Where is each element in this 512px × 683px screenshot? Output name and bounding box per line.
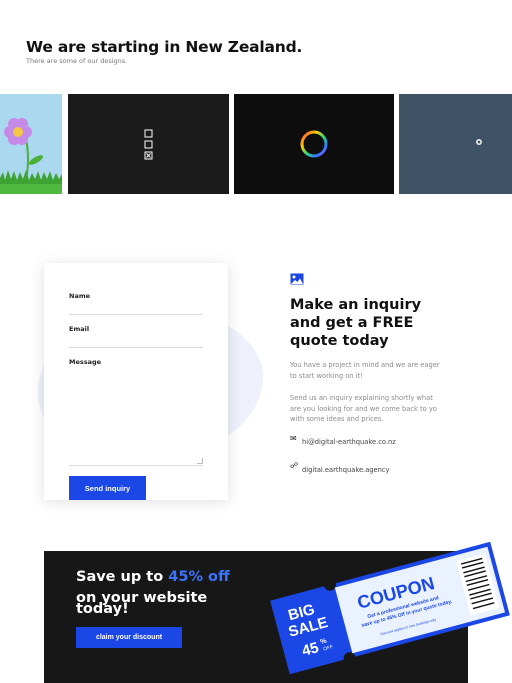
page-subtitle: There are some of our designs. xyxy=(26,57,128,65)
gallery-tile-flower[interactable] xyxy=(0,94,62,194)
inquiry-intro: You have a project in mind and we are ea… xyxy=(290,361,440,380)
promo-headline: Save up to 45% off xyxy=(76,569,230,585)
claim-discount-button[interactable]: claim your discount xyxy=(76,627,182,648)
contact-email[interactable]: hi@digital-earthquake.co.nz xyxy=(302,438,396,446)
send-inquiry-button[interactable]: Send inquiry xyxy=(69,476,146,500)
promo-headline-line2: on your website today! xyxy=(76,590,208,617)
contact-website[interactable]: digital.earthquake.agency xyxy=(302,466,390,474)
inquiry-heading: Make an inquiry and get a FREE quote tod… xyxy=(290,297,422,349)
email-field[interactable] xyxy=(69,347,203,348)
resize-grip-icon[interactable] xyxy=(197,458,203,464)
mail-icon: ✉ xyxy=(290,434,297,443)
gallery-tile-dot[interactable] xyxy=(399,94,512,194)
promo-percent: 45% off xyxy=(168,569,230,585)
rainbow-ring-illustration xyxy=(300,130,328,158)
message-label: Message xyxy=(69,358,102,366)
gallery-tile-icons[interactable] xyxy=(68,94,229,194)
email-label: Email xyxy=(69,325,90,333)
design-gallery xyxy=(0,94,512,194)
gallery-tile-ring[interactable] xyxy=(234,94,394,194)
message-field[interactable] xyxy=(69,371,203,466)
inquiry-form: Name Email Message Send inquiry xyxy=(44,263,228,500)
image-icon xyxy=(290,273,304,285)
inquiry-details: Send us an inquiry explaining shortly wh… xyxy=(290,394,437,423)
stacked-boxes-illustration xyxy=(144,129,153,160)
name-field[interactable] xyxy=(69,314,203,315)
page-title: We are starting in New Zealand. xyxy=(26,38,303,56)
link-icon: ☍ xyxy=(290,461,299,470)
dot-illustration xyxy=(476,139,482,145)
flower-illustration xyxy=(0,118,62,194)
promo-headline-prefix: Save up to xyxy=(76,569,169,585)
name-label: Name xyxy=(69,292,91,300)
